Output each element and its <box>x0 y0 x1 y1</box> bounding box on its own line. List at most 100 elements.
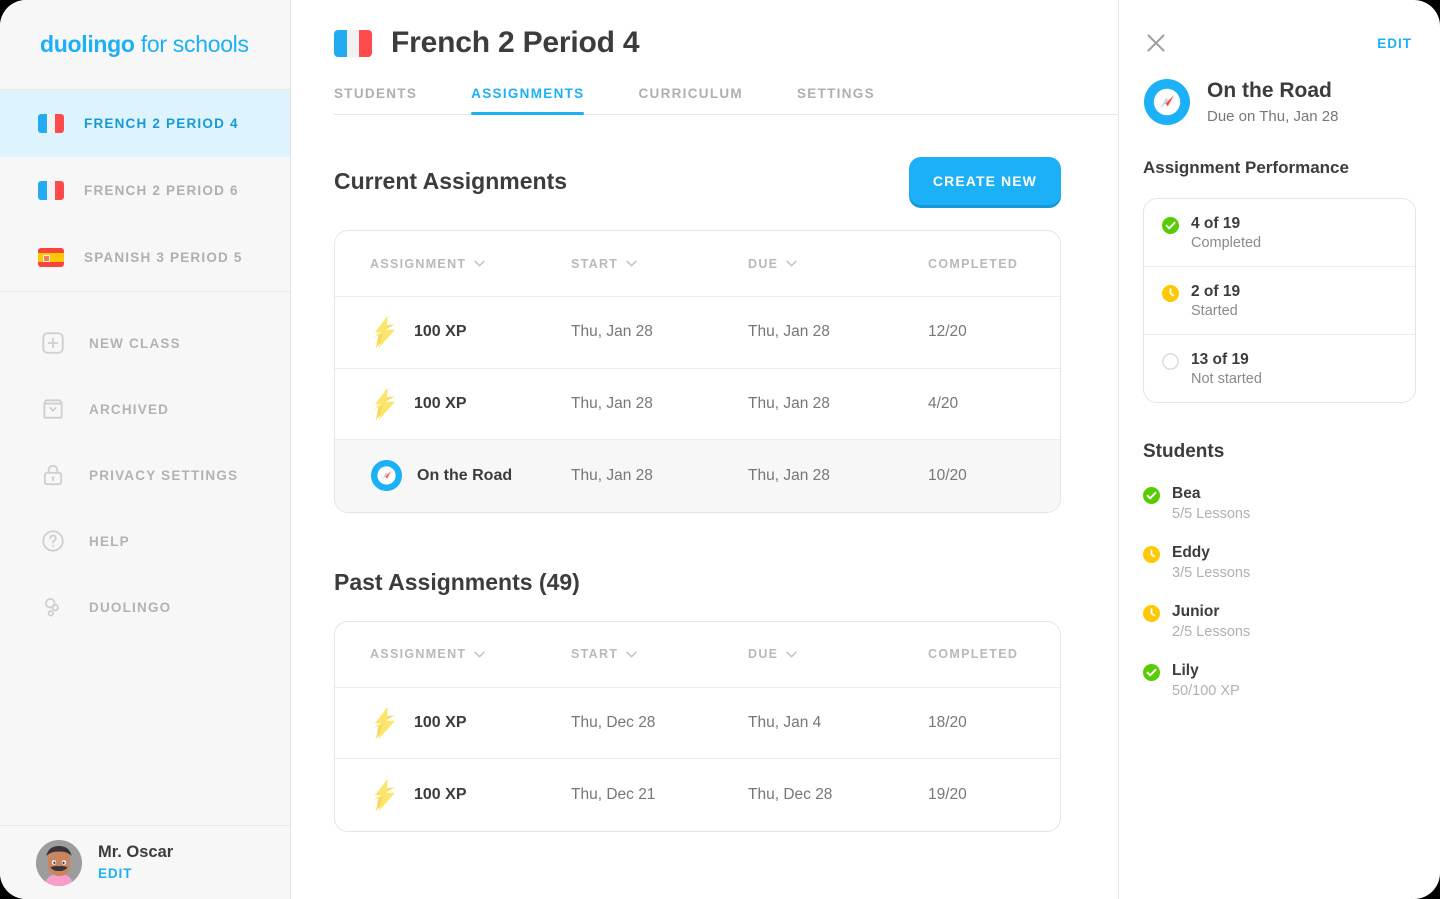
performance-count: 13 of 19 <box>1191 351 1249 368</box>
lock-icon <box>39 461 67 489</box>
student-name: Eddy <box>1172 544 1210 561</box>
students-title: Students <box>1143 441 1225 462</box>
class-label: SPANISH 3 PERIOD 5 <box>84 250 243 265</box>
table-row[interactable]: 100 XP Thu, Dec 21 Thu, Dec 28 19/20 <box>335 759 1060 831</box>
column-label: DUE <box>748 647 779 661</box>
create-new-button[interactable]: CREATE NEW <box>908 157 1061 205</box>
main-area: French 2 Period 4 STUDENTS ASSIGNMENTS C… <box>291 0 1440 899</box>
sidebar-nav: NEW CLASS ARCHIVED PRIVACY SETTINGS HELP… <box>0 292 290 640</box>
assignment-detail-panel: EDIT On the Road Due on Thu, Jan 28 Assi… <box>1118 0 1440 899</box>
student-list-item[interactable]: Junior 2/5 Lessons <box>1143 603 1440 640</box>
tab-settings[interactable]: SETTINGS <box>797 86 875 114</box>
column-header-assignment[interactable]: ASSIGNMENT <box>335 257 571 271</box>
column-header-assignment[interactable]: ASSIGNMENT <box>335 647 571 661</box>
tab-bar: STUDENTS ASSIGNMENTS CURRICULUM SETTINGS <box>334 86 1118 115</box>
page-header: French 2 Period 4 STUDENTS ASSIGNMENTS C… <box>291 0 1118 115</box>
table-row[interactable]: On the Road Thu, Jan 28 Thu, Jan 28 10/2… <box>335 440 1060 512</box>
current-assignments-title: Current Assignments <box>334 167 568 194</box>
check-circle-icon <box>1143 487 1160 504</box>
check-circle-icon <box>1143 664 1160 681</box>
student-list-item[interactable]: Eddy 3/5 Lessons <box>1143 544 1440 581</box>
user-edit-link[interactable]: EDIT <box>98 865 173 882</box>
assignment-start: Thu, Dec 28 <box>571 713 656 731</box>
student-list-item[interactable]: Bea 5/5 Lessons <box>1143 485 1440 522</box>
sidebar-item-label: PRIVACY SETTINGS <box>89 467 239 483</box>
assignment-due: Thu, Jan 4 <box>748 713 822 731</box>
class-label: FRENCH 2 PERIOD 4 <box>84 116 239 131</box>
column-label: START <box>571 256 619 271</box>
empty-circle-icon <box>1162 353 1179 370</box>
france-flag-icon <box>334 29 372 57</box>
table-row[interactable]: 100 XP Thu, Dec 28 Thu, Jan 4 18/20 <box>335 688 1060 759</box>
student-name: Bea <box>1172 485 1201 502</box>
performance-count: 2 of 19 <box>1191 283 1241 300</box>
column-label: ASSIGNMENT <box>370 256 467 271</box>
user-profile-bar[interactable]: Mr. Oscar EDIT <box>0 825 290 899</box>
assignment-name: 100 XP <box>414 785 467 803</box>
current-assignments-header: Current Assignments CREATE NEW <box>334 157 1118 205</box>
chevron-down-icon <box>786 260 797 267</box>
archive-icon <box>39 395 67 423</box>
sidebar-item-archived[interactable]: ARCHIVED <box>0 376 290 442</box>
assignment-start: Thu, Jan 28 <box>571 394 653 412</box>
close-icon[interactable] <box>1143 30 1169 56</box>
column-label: ASSIGNMENT <box>370 647 467 661</box>
class-list: FRENCH 2 PERIOD 4 FRENCH 2 PERIOD 6 SPAN… <box>0 90 290 292</box>
table-row[interactable]: 100 XP Thu, Jan 28 Thu, Jan 28 4/20 <box>335 369 1060 440</box>
column-header-due[interactable]: DUE <box>748 257 928 271</box>
brand-logo[interactable]: duolingo for schools <box>0 0 290 90</box>
compass-icon <box>370 460 403 492</box>
question-circle-icon <box>39 527 67 555</box>
plus-square-icon <box>39 329 67 357</box>
assignment-start: Thu, Dec 21 <box>571 785 656 803</box>
performance-label: Not started <box>1191 371 1262 387</box>
performance-label: Completed <box>1191 235 1262 251</box>
tab-curriculum[interactable]: CURRICULUM <box>638 86 743 114</box>
assignment-completed: 4/20 <box>928 394 959 412</box>
assignment-name: 100 XP <box>414 323 467 341</box>
student-progress: 5/5 Lessons <box>1172 506 1251 522</box>
sidebar-item-duolingo[interactable]: DUOLINGO <box>0 574 290 640</box>
chevron-down-icon <box>626 260 637 267</box>
assignment-completed: 19/20 <box>928 785 967 803</box>
assignment-name: 100 XP <box>414 713 467 731</box>
assignment-completed: 12/20 <box>928 323 967 341</box>
past-assignments-title: Past Assignments (49) <box>334 568 580 595</box>
assignment-due: Thu, Jan 28 <box>748 323 830 341</box>
class-label: FRENCH 2 PERIOD 6 <box>84 183 239 198</box>
chevron-down-icon <box>626 651 637 657</box>
student-progress: 50/100 XP <box>1172 683 1240 699</box>
sidebar-item-help[interactable]: HELP <box>0 508 290 574</box>
france-flag-icon <box>38 181 64 200</box>
sidebar-item-french-2-period-4[interactable]: FRENCH 2 PERIOD 4 <box>0 90 290 157</box>
column-header-start[interactable]: START <box>571 647 748 661</box>
tab-students[interactable]: STUDENTS <box>334 86 417 114</box>
column-header-completed: COMPLETED <box>928 647 1019 661</box>
assignment-performance-title: Assignment Performance <box>1143 158 1349 177</box>
assignment-due: Thu, Jan 28 <box>748 394 830 412</box>
sidebar-item-privacy-settings[interactable]: PRIVACY SETTINGS <box>0 442 290 508</box>
edit-assignment-link[interactable]: EDIT <box>1377 36 1412 51</box>
assignment-start: Thu, Jan 28 <box>571 466 653 484</box>
sidebar-item-new-class[interactable]: NEW CLASS <box>0 310 290 376</box>
column-header-start[interactable]: START <box>571 257 748 271</box>
student-list-item[interactable]: Lily 50/100 XP <box>1143 662 1440 699</box>
table-row[interactable]: 100 XP Thu, Jan 28 Thu, Jan 28 12/20 <box>335 297 1060 369</box>
xp-bolt-icon <box>373 387 395 420</box>
app-window: duolingo for schools FRENCH 2 PERIOD 4 F… <box>0 0 1440 899</box>
sidebar-item-spanish-3-period-5[interactable]: SPANISH 3 PERIOD 5 <box>0 224 290 291</box>
chevron-down-icon <box>474 260 486 267</box>
table-header-row: ASSIGNMENT START DUE COMPLETED <box>335 231 1060 297</box>
performance-row-started: 2 of 19 Started <box>1144 267 1415 335</box>
table-header-row: ASSIGNMENT START DUE COMPLETED <box>335 622 1060 688</box>
sidebar-item-label: ARCHIVED <box>89 401 170 417</box>
tab-assignments[interactable]: ASSIGNMENTS <box>471 86 585 115</box>
assignments-scroll-area[interactable]: Current Assignments CREATE NEW ASSIGNMEN… <box>291 115 1118 899</box>
assignment-name: 100 XP <box>414 394 467 412</box>
chevron-down-icon <box>474 651 486 657</box>
assignment-completed: 18/20 <box>928 713 967 731</box>
sidebar-item-french-2-period-6[interactable]: FRENCH 2 PERIOD 6 <box>0 157 290 224</box>
sidebar-item-label: NEW CLASS <box>89 335 181 351</box>
column-header-due[interactable]: DUE <box>748 647 928 661</box>
sidebar-item-label: DUOLINGO <box>89 599 172 615</box>
